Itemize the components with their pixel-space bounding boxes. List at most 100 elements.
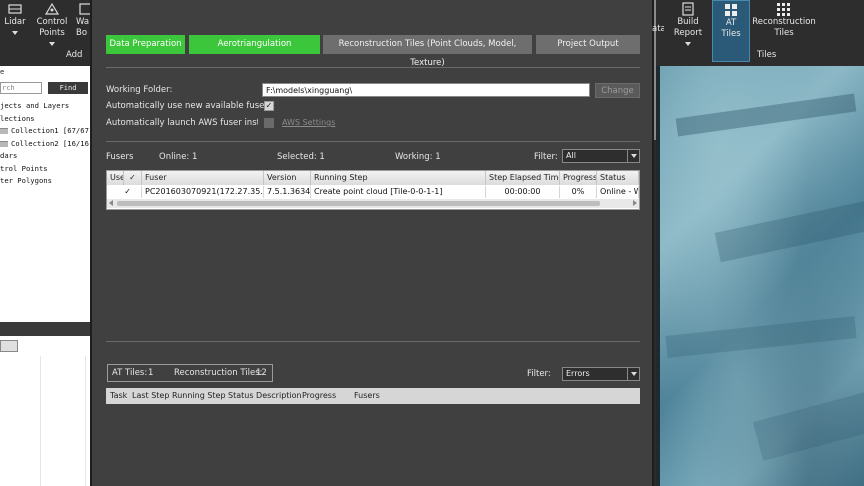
column-header-fuser[interactable]: Fuser bbox=[142, 171, 264, 185]
column-header-last-step[interactable]: Last Step bbox=[132, 388, 169, 404]
build-report-label-2: Report bbox=[673, 28, 703, 38]
at-tiles-button[interactable]: AT Tiles bbox=[712, 0, 750, 62]
column-header-version[interactable]: Version bbox=[264, 171, 311, 185]
tiles-filter-label: Filter: bbox=[527, 369, 551, 379]
tab-project-output[interactable]: Project Output bbox=[536, 35, 640, 54]
ribbon-cut-label-2: Bo bbox=[76, 28, 88, 38]
reconstruction-tiles-button[interactable]: Reconstruction Tiles bbox=[752, 0, 816, 50]
fusers-filter-value: All bbox=[566, 151, 576, 160]
reconstruction-tiles-label-1: Reconstruction bbox=[752, 17, 816, 27]
column-header-use[interactable]: Use bbox=[107, 171, 124, 185]
reconstruction-tiles-count: 12 bbox=[256, 368, 267, 378]
ribbon-group-add: Add bbox=[66, 50, 83, 60]
tiles-dialog: Data Preparation Aerotriangulation Recon… bbox=[90, 0, 657, 486]
scene-texture bbox=[714, 199, 864, 263]
tree-item-water-polygons[interactable]: ter Polygons bbox=[0, 175, 90, 188]
at-tiles-label-1: AT bbox=[725, 18, 737, 28]
column-header-use-check[interactable]: ✓ bbox=[124, 171, 142, 185]
grid-line bbox=[40, 356, 41, 486]
tab-aerotriangulation[interactable]: Aerotriangulation bbox=[189, 35, 320, 54]
lidar-button[interactable]: Lidar bbox=[2, 0, 28, 50]
tiles-summary-box: AT Tiles: 1 Reconstruction Tiles: 12 bbox=[107, 364, 273, 382]
at-tiles-count: 1 bbox=[148, 368, 154, 378]
dropdown-button[interactable] bbox=[627, 368, 639, 380]
fuser-use-checkbox[interactable]: ✓ bbox=[107, 186, 142, 198]
column-header-step-elapsed[interactable]: Step Elapsed Time bbox=[486, 171, 560, 185]
reconstruction-tiles-label-2: Tiles bbox=[774, 28, 794, 38]
fusers-filter-select[interactable]: All bbox=[562, 149, 640, 163]
tab-reconstruction-tiles[interactable]: Reconstruction Tiles (Point Clouds, Mode… bbox=[323, 35, 532, 68]
at-tiles-label: AT Tiles: bbox=[112, 368, 148, 378]
chevron-down-icon bbox=[12, 31, 18, 35]
auto-launch-aws-checkbox[interactable] bbox=[264, 118, 274, 128]
fuser-name: PC201603070921(172.27.35.1) bbox=[142, 186, 264, 198]
scroll-right-icon[interactable] bbox=[633, 200, 637, 206]
dropdown-button[interactable] bbox=[627, 150, 639, 162]
ribbon-cut-label-1: Wa bbox=[76, 17, 90, 27]
column-header-task[interactable]: Task bbox=[110, 388, 127, 404]
column-header-status[interactable]: Status bbox=[597, 171, 639, 185]
working-folder-input[interactable]: F:\models\xingguang\ bbox=[262, 83, 590, 97]
control-points-button[interactable]: Control Points bbox=[34, 0, 70, 50]
tree-item-collection2[interactable]: Collection2 [16/16] bbox=[0, 138, 90, 151]
column-header-progress[interactable]: Progress bbox=[560, 171, 597, 185]
column-header-progress[interactable]: Progress bbox=[302, 388, 336, 404]
reconstruction-tiles-label: Reconstruction Tiles: bbox=[174, 368, 263, 378]
viewport-edge bbox=[656, 66, 660, 486]
column-header-status-description[interactable]: Status Description bbox=[228, 388, 302, 404]
grid-icon bbox=[725, 4, 737, 16]
scrollbar-thumb[interactable] bbox=[117, 201, 600, 206]
fuser-progress: 0% bbox=[560, 186, 597, 198]
chevron-down-icon bbox=[49, 42, 55, 46]
auto-use-fusers-checkbox[interactable]: ✓ bbox=[264, 101, 274, 111]
control-points-label-1: Control bbox=[36, 17, 68, 27]
fusers-filter-label: Filter: bbox=[534, 152, 558, 162]
column-header-running-step[interactable]: Running Step bbox=[172, 388, 226, 404]
tree-search-input[interactable]: rch bbox=[0, 82, 42, 94]
scroll-left-icon[interactable] bbox=[109, 200, 113, 206]
project-tree-panel: e rch Find jects and Layers lections Col… bbox=[0, 66, 90, 486]
auto-use-fusers-label: Automatically use new available fusers: bbox=[106, 101, 276, 111]
divider bbox=[106, 341, 640, 342]
3d-viewport[interactable] bbox=[656, 66, 864, 486]
ribbon-group-tiles: Tiles bbox=[757, 50, 777, 60]
tree-item-collection1[interactable]: Collection1 [67/67] bbox=[0, 125, 90, 138]
build-report-button[interactable]: Build Report bbox=[672, 0, 704, 50]
tree-item-collections[interactable]: lections bbox=[0, 113, 90, 126]
fuser-status: Online - W bbox=[597, 186, 639, 198]
tree-find-button[interactable]: Find bbox=[48, 82, 88, 94]
grid-line bbox=[85, 356, 86, 486]
tree-item-lidars[interactable]: dars bbox=[0, 150, 90, 163]
ribbon-cut-data-button[interactable]: ata bbox=[652, 24, 664, 38]
chevron-down-icon bbox=[631, 372, 637, 376]
tree-item-objects-layers[interactable]: jects and Layers bbox=[0, 100, 90, 113]
tree-item-control-points[interactable]: trol Points bbox=[0, 163, 90, 176]
folder-icon bbox=[0, 128, 8, 134]
column-header-running-step[interactable]: Running Step bbox=[311, 171, 486, 185]
divider bbox=[106, 67, 640, 68]
table-horizontal-scrollbar[interactable] bbox=[107, 199, 639, 208]
lidar-icon bbox=[8, 4, 22, 14]
scene-texture bbox=[752, 391, 864, 461]
aws-settings-link[interactable]: AWS Settings bbox=[282, 118, 335, 127]
tiles-filter-select[interactable]: Errors bbox=[562, 367, 640, 381]
fusers-working-count: Working: 1 bbox=[395, 152, 441, 162]
control-points-icon bbox=[44, 2, 60, 15]
column-header-fusers[interactable]: Fusers bbox=[354, 388, 380, 404]
change-button[interactable]: Change bbox=[595, 83, 640, 98]
properties-tab[interactable] bbox=[0, 340, 18, 352]
fusers-selected-count: Selected: 1 bbox=[277, 152, 325, 162]
fusers-table: Use ✓ Fuser Version Running Step Step El… bbox=[106, 170, 640, 210]
tiles-grid-icon bbox=[777, 3, 790, 16]
project-tree: jects and Layers lections Collection1 [6… bbox=[0, 100, 90, 188]
fusers-online-count: Online: 1 bbox=[159, 152, 198, 162]
scene-texture bbox=[665, 316, 857, 358]
tiles-filter-value: Errors bbox=[566, 369, 590, 378]
divider bbox=[106, 141, 640, 142]
lidar-label: Lidar bbox=[4, 17, 26, 27]
fuser-version: 7.5.1.3634 bbox=[264, 186, 311, 198]
tab-data-preparation[interactable]: Data Preparation bbox=[106, 35, 185, 54]
fuser-elapsed: 00:00:00 bbox=[486, 186, 560, 198]
tree-panel-header: e bbox=[0, 68, 5, 76]
folder-icon bbox=[0, 140, 8, 147]
